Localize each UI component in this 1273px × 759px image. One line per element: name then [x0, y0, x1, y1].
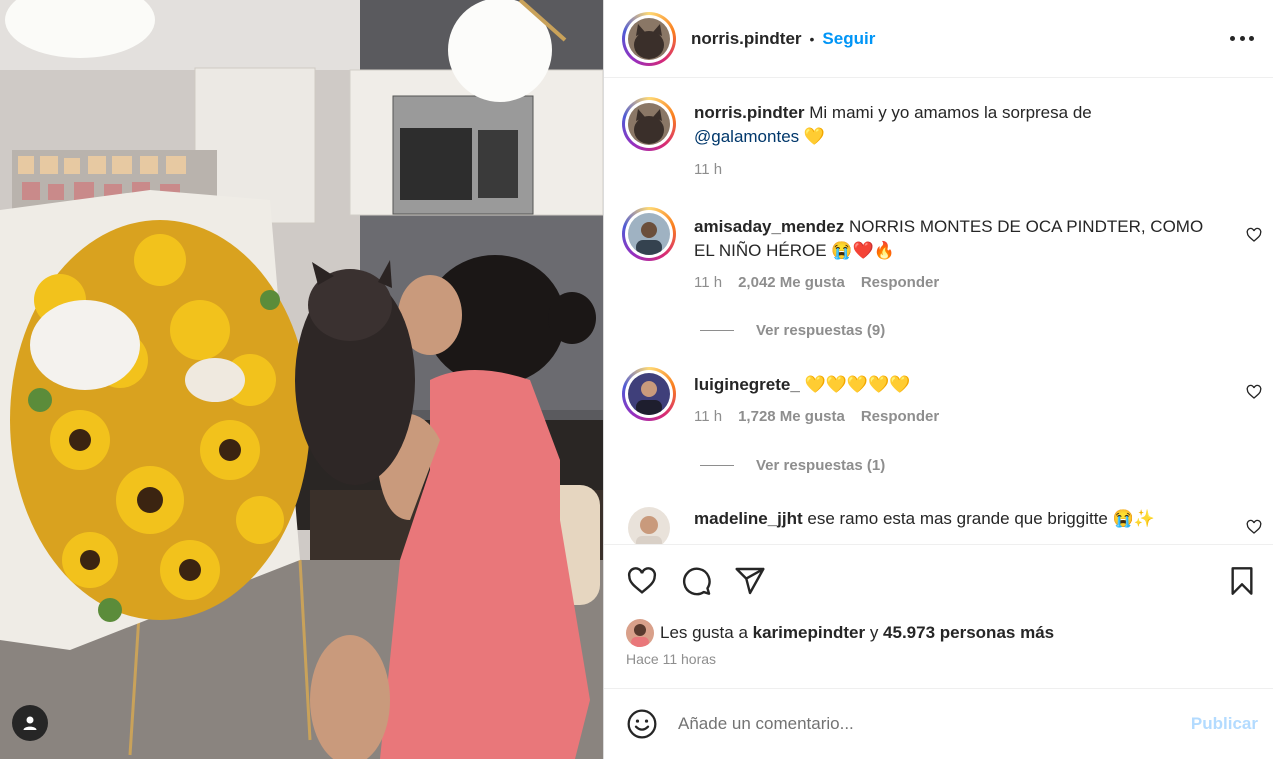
caption-text-block: norris.pindter Mi mami y yo amamos la so… — [694, 101, 1214, 149]
reply-button[interactable]: Responder — [861, 274, 939, 291]
replies-divider — [700, 330, 734, 331]
view-replies-button[interactable]: Ver respuestas (9) — [700, 322, 885, 339]
comment-username[interactable]: amisaday_mendez — [694, 217, 844, 236]
person-avatar-icon — [626, 619, 654, 647]
author-username[interactable]: norris.pindter — [691, 29, 802, 49]
caption-emoji: 💛 — [803, 127, 826, 146]
comment-avatar[interactable] — [622, 367, 676, 421]
comment-item: amisaday_mendez NORRIS MONTES DE OCA PIN… — [622, 207, 1262, 337]
comment-meta: 11 h 2,042 Me gusta Responder — [694, 274, 939, 291]
comment-bubble-icon[interactable] — [680, 565, 712, 597]
likes-user[interactable]: karimepindter — [753, 623, 865, 643]
like-heart-icon[interactable] — [626, 565, 658, 597]
person-avatar-icon — [628, 373, 670, 415]
comment-text: 💛💛💛💛💛 — [804, 375, 911, 394]
reply-button[interactable]: Responder — [861, 408, 939, 425]
separator-dot: • — [809, 30, 815, 47]
comment-username[interactable]: luiginegrete_ — [694, 375, 800, 394]
comment-item: luiginegrete_ 💛💛💛💛💛 11 h 1,728 Me gusta … — [622, 367, 1262, 457]
post-image-illustration — [0, 0, 603, 759]
action-icons — [626, 565, 766, 597]
likes-prefix: Les gusta a — [660, 623, 748, 642]
comment-item: madeline_jjht ese ramo esta mas grande q… — [622, 507, 1262, 544]
likes-count[interactable]: 45.973 personas más — [883, 623, 1054, 643]
user-icon — [23, 716, 37, 730]
more-horizontal-icon[interactable] — [1230, 26, 1254, 50]
comment-likes[interactable]: 1,728 Me gusta — [738, 408, 845, 425]
author-avatar[interactable] — [622, 11, 676, 66]
emoji-smiley-icon[interactable] — [626, 708, 658, 740]
follow-button[interactable]: Seguir — [822, 29, 875, 49]
share-send-icon[interactable] — [734, 565, 766, 597]
comment-meta: 11 h 1,728 Me gusta Responder — [694, 408, 939, 425]
comment-username[interactable]: madeline_jjht — [694, 509, 803, 528]
comments-list[interactable]: norris.pindter Mi mami y yo amamos la so… — [604, 79, 1273, 544]
person-avatar-icon — [628, 507, 670, 544]
likes-summary: Les gusta a karimepindter y 45.973 perso… — [626, 619, 1054, 647]
comment-likes[interactable]: 2,042 Me gusta — [738, 274, 845, 291]
comment-text-block: luiginegrete_ 💛💛💛💛💛 — [694, 373, 1214, 397]
comment-avatar[interactable] — [622, 207, 676, 261]
instagram-post-modal: norris.pindter • Seguir norris.pindter M… — [0, 0, 1273, 759]
post-side-panel: norris.pindter • Seguir norris.pindter M… — [603, 0, 1273, 759]
replies-divider — [700, 465, 734, 466]
heart-icon[interactable] — [1246, 227, 1262, 243]
tagged-users-button[interactable] — [12, 705, 48, 741]
heart-icon[interactable] — [1246, 519, 1262, 535]
comment-text-block: madeline_jjht ese ramo esta mas grande q… — [694, 507, 1214, 531]
heart-icon[interactable] — [1246, 384, 1262, 400]
likes-connector: y — [869, 623, 879, 642]
caption-username[interactable]: norris.pindter — [694, 103, 805, 122]
post-photo[interactable] — [0, 0, 603, 759]
comment-text-block: amisaday_mendez NORRIS MONTES DE OCA PIN… — [694, 215, 1214, 263]
post-actions: Les gusta a karimepindter y 45.973 perso… — [604, 544, 1273, 689]
cat-avatar-icon — [628, 17, 670, 60]
view-replies-label: Ver respuestas (9) — [756, 322, 886, 339]
view-replies-button[interactable]: Ver respuestas (1) — [700, 457, 885, 474]
person-avatar-icon — [628, 213, 670, 255]
liker-avatar[interactable] — [626, 619, 654, 647]
caption-time[interactable]: 11 h — [694, 161, 722, 178]
caption-meta: 11 h — [694, 161, 722, 178]
add-comment-bar: Publicar — [604, 688, 1273, 759]
caption-avatar[interactable] — [622, 97, 676, 151]
comment-time[interactable]: 11 h — [694, 408, 722, 425]
cat-avatar-icon — [628, 103, 670, 145]
comment-text: ese ramo esta mas grande que briggitte 😭… — [807, 509, 1155, 528]
caption-item: norris.pindter Mi mami y yo amamos la so… — [622, 97, 1262, 187]
caption-mention[interactable]: @galamontes — [694, 127, 799, 146]
caption-text: Mi mami y yo amamos la sorpresa de — [809, 103, 1092, 122]
comment-input[interactable] — [678, 714, 1158, 734]
comment-avatar[interactable] — [628, 507, 670, 544]
post-header: norris.pindter • Seguir — [604, 0, 1273, 78]
view-replies-label: Ver respuestas (1) — [756, 457, 886, 474]
bookmark-save-icon[interactable] — [1226, 565, 1258, 597]
post-timestamp[interactable]: Hace 11 horas — [626, 651, 716, 667]
publish-button[interactable]: Publicar — [1191, 714, 1258, 734]
comment-time[interactable]: 11 h — [694, 274, 722, 291]
